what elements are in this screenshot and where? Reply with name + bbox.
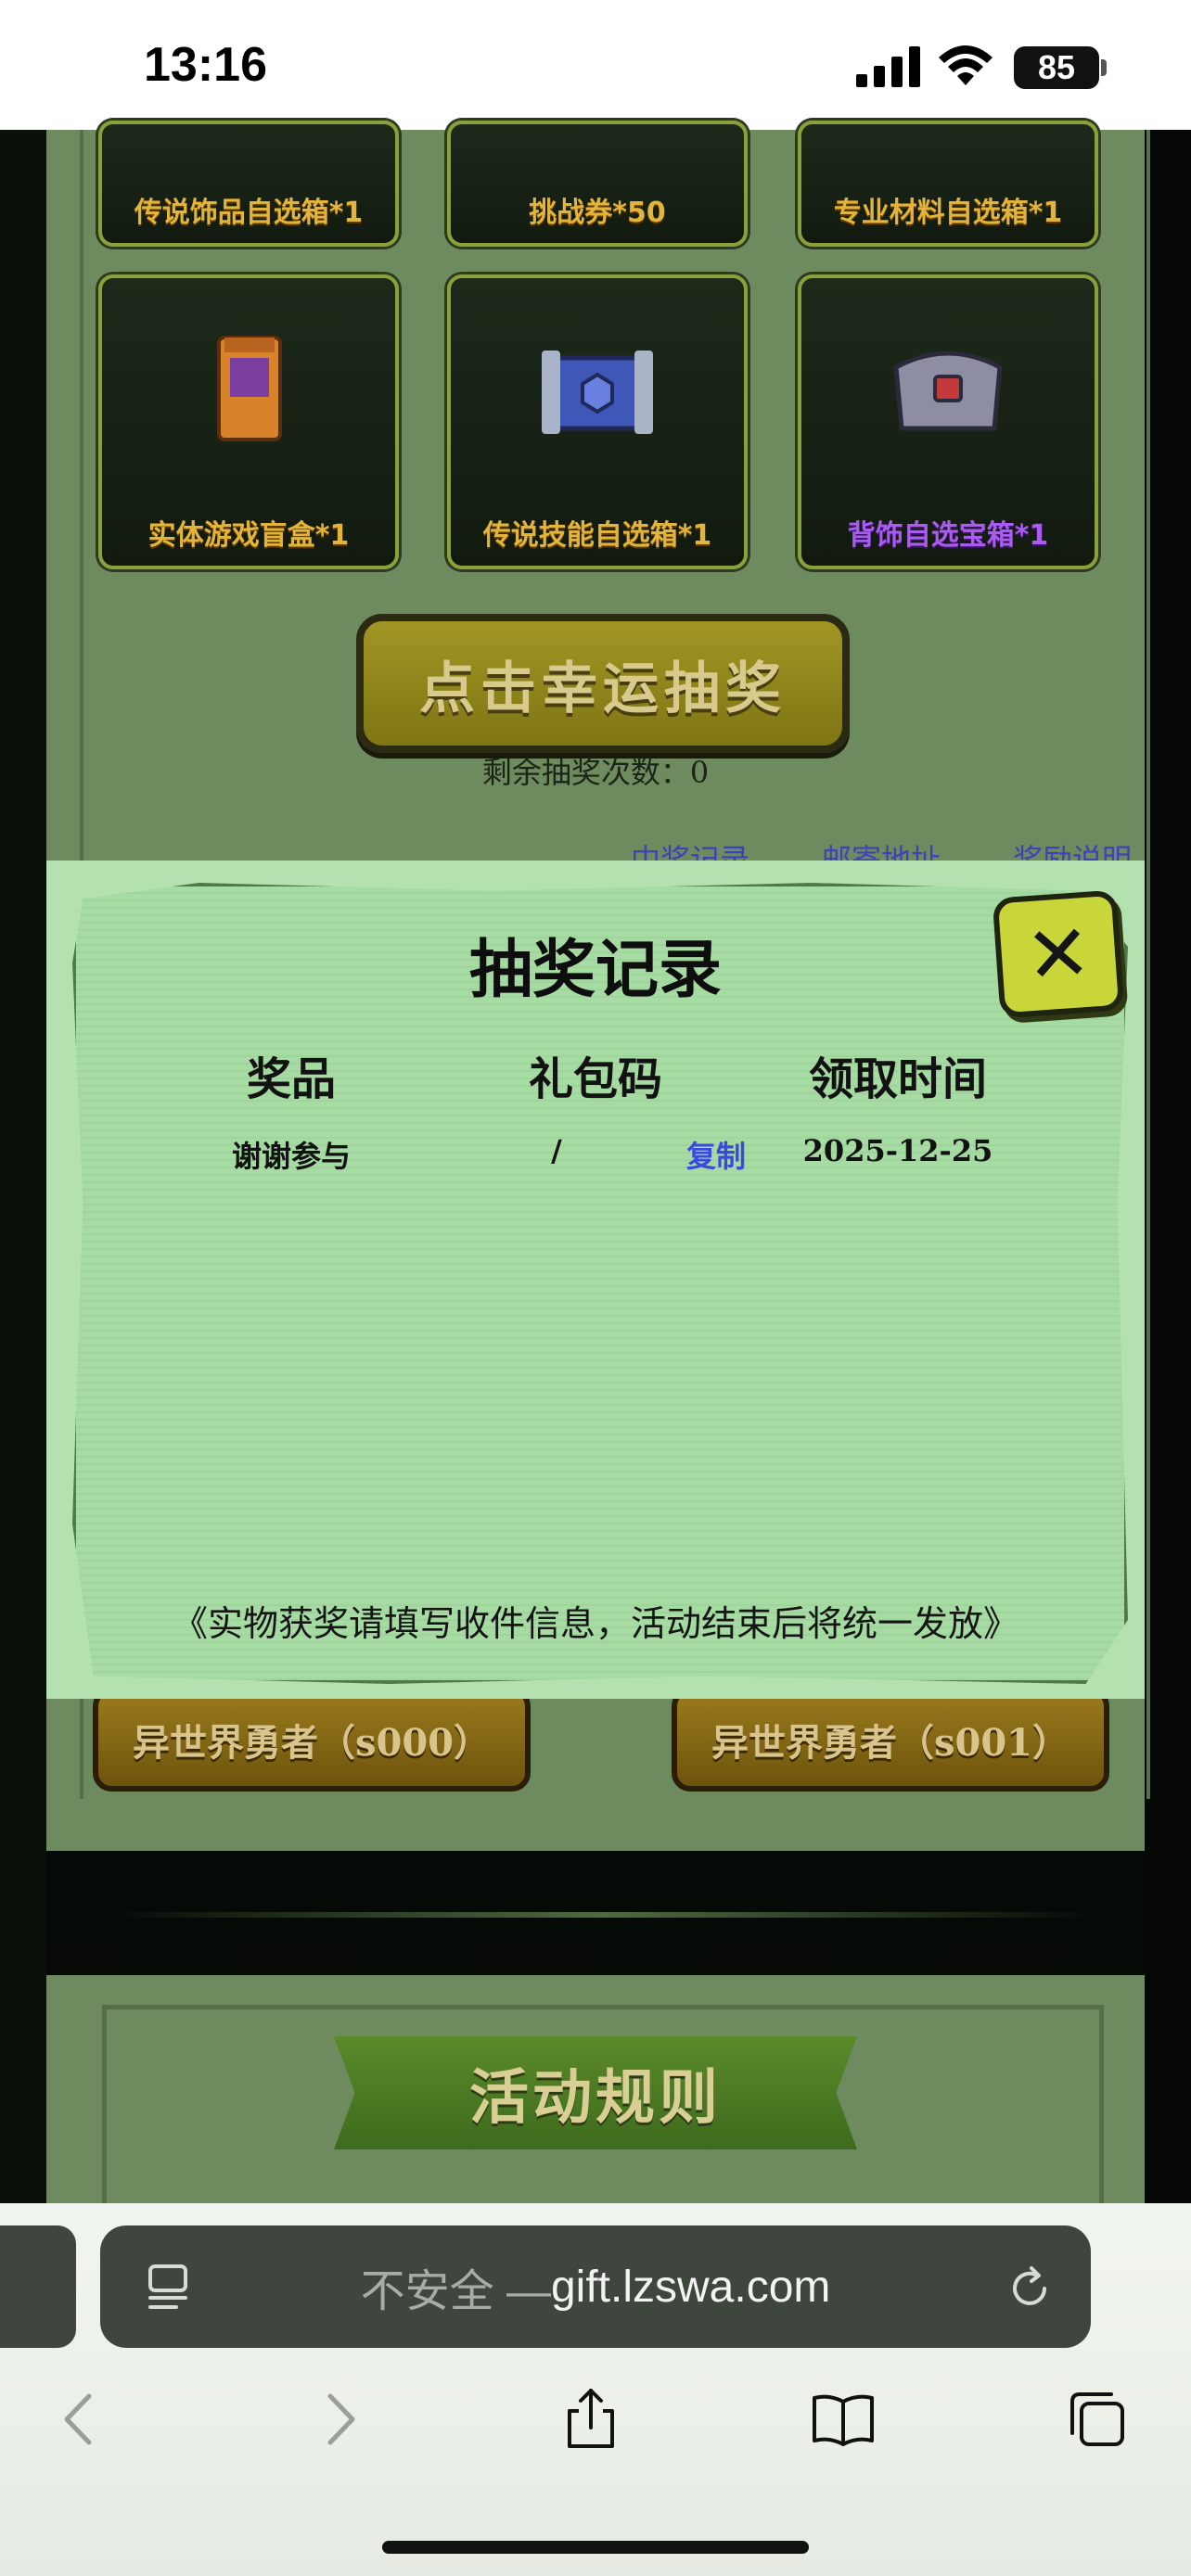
record-prize: 谢谢参与	[231, 1139, 351, 1174]
address-text[interactable]: 不安全 — gift.lzswa.com	[100, 2225, 1091, 2348]
lucky-draw-label: 点击幸运抽奖	[419, 656, 787, 721]
prize-label: 专业材料自选箱*1	[833, 197, 1063, 229]
cellular-signal-icon	[856, 46, 920, 87]
prize-card-challenge-ticket[interactable]: 挑战券*50	[447, 121, 748, 247]
server-label: 异世界勇者（s001）	[711, 1721, 1069, 1765]
prize-label: 传说饰品自选箱*1	[134, 197, 364, 229]
security-warning: 不安全 —	[360, 2267, 551, 2316]
page-edge-right	[1145, 130, 1191, 2207]
status-bar: 13:16 85	[0, 0, 1191, 130]
close-icon: ✕	[1022, 906, 1095, 1002]
prize-card-material-box[interactable]: 专业材料自选箱*1	[798, 121, 1098, 247]
blind-box-icon	[217, 336, 282, 441]
record-code: /	[551, 1133, 562, 1168]
page-edge-left	[0, 130, 46, 2207]
remaining-draws: 剩余抽奖次数：0	[481, 755, 710, 790]
forward-icon[interactable]	[306, 2387, 371, 2452]
column-header-gift-code: 礼包码	[528, 1053, 662, 1105]
prize-label: 挑战券*50	[529, 197, 666, 229]
modal-note: 《实物获奖请填写收件信息，活动结束后将统一发放》	[172, 1603, 1018, 1644]
status-time: 13:16	[144, 38, 267, 92]
column-header-prize: 奖品	[246, 1053, 336, 1105]
server-button-s000[interactable]: 异世界勇者（s000）	[93, 1688, 531, 1792]
column-header-claim-time: 领取时间	[808, 1053, 987, 1105]
prize-label: 传说技能自选箱*1	[482, 519, 712, 552]
rules-title: 活动规则	[469, 2064, 722, 2133]
prize-card-skill-box[interactable]: 传说技能自选箱*1	[447, 274, 748, 569]
reload-icon[interactable]	[1004, 2263, 1056, 2315]
prize-card-legend-accessory[interactable]: 传说饰品自选箱*1	[98, 121, 399, 247]
url-domain: gift.lzswa.com	[550, 2262, 831, 2312]
prize-card-blind-box[interactable]: 实体游戏盲盒*1	[98, 274, 399, 569]
tabs-icon[interactable]	[1065, 2387, 1130, 2452]
share-icon[interactable]	[558, 2387, 623, 2452]
modal-close-button[interactable]: ✕	[992, 889, 1125, 1019]
prize-label: 实体游戏盲盒*1	[147, 519, 350, 552]
back-icon[interactable]	[48, 2387, 113, 2452]
wifi-icon	[939, 45, 992, 85]
previous-tab-peek[interactable]	[0, 2225, 76, 2348]
record-time: 2025-12-25	[802, 1133, 993, 1168]
battery-indicator: 85	[1014, 46, 1099, 89]
prize-label: 背饰自选宝箱*1	[847, 519, 1049, 552]
prize-card-back-accessory[interactable]: 背饰自选宝箱*1	[798, 274, 1098, 569]
battery-cap	[1101, 59, 1107, 76]
home-indicator	[382, 2541, 809, 2554]
server-button-s001[interactable]: 异世界勇者（s001）	[672, 1688, 1109, 1792]
copy-code-button[interactable]: 复制	[660, 1133, 772, 1176]
bookmarks-icon[interactable]	[811, 2387, 876, 2452]
blue-chest-icon	[542, 351, 653, 434]
section-divider	[111, 1912, 1095, 1918]
server-label: 异世界勇者（s000）	[132, 1721, 491, 1765]
silver-chest-icon	[893, 351, 1003, 431]
